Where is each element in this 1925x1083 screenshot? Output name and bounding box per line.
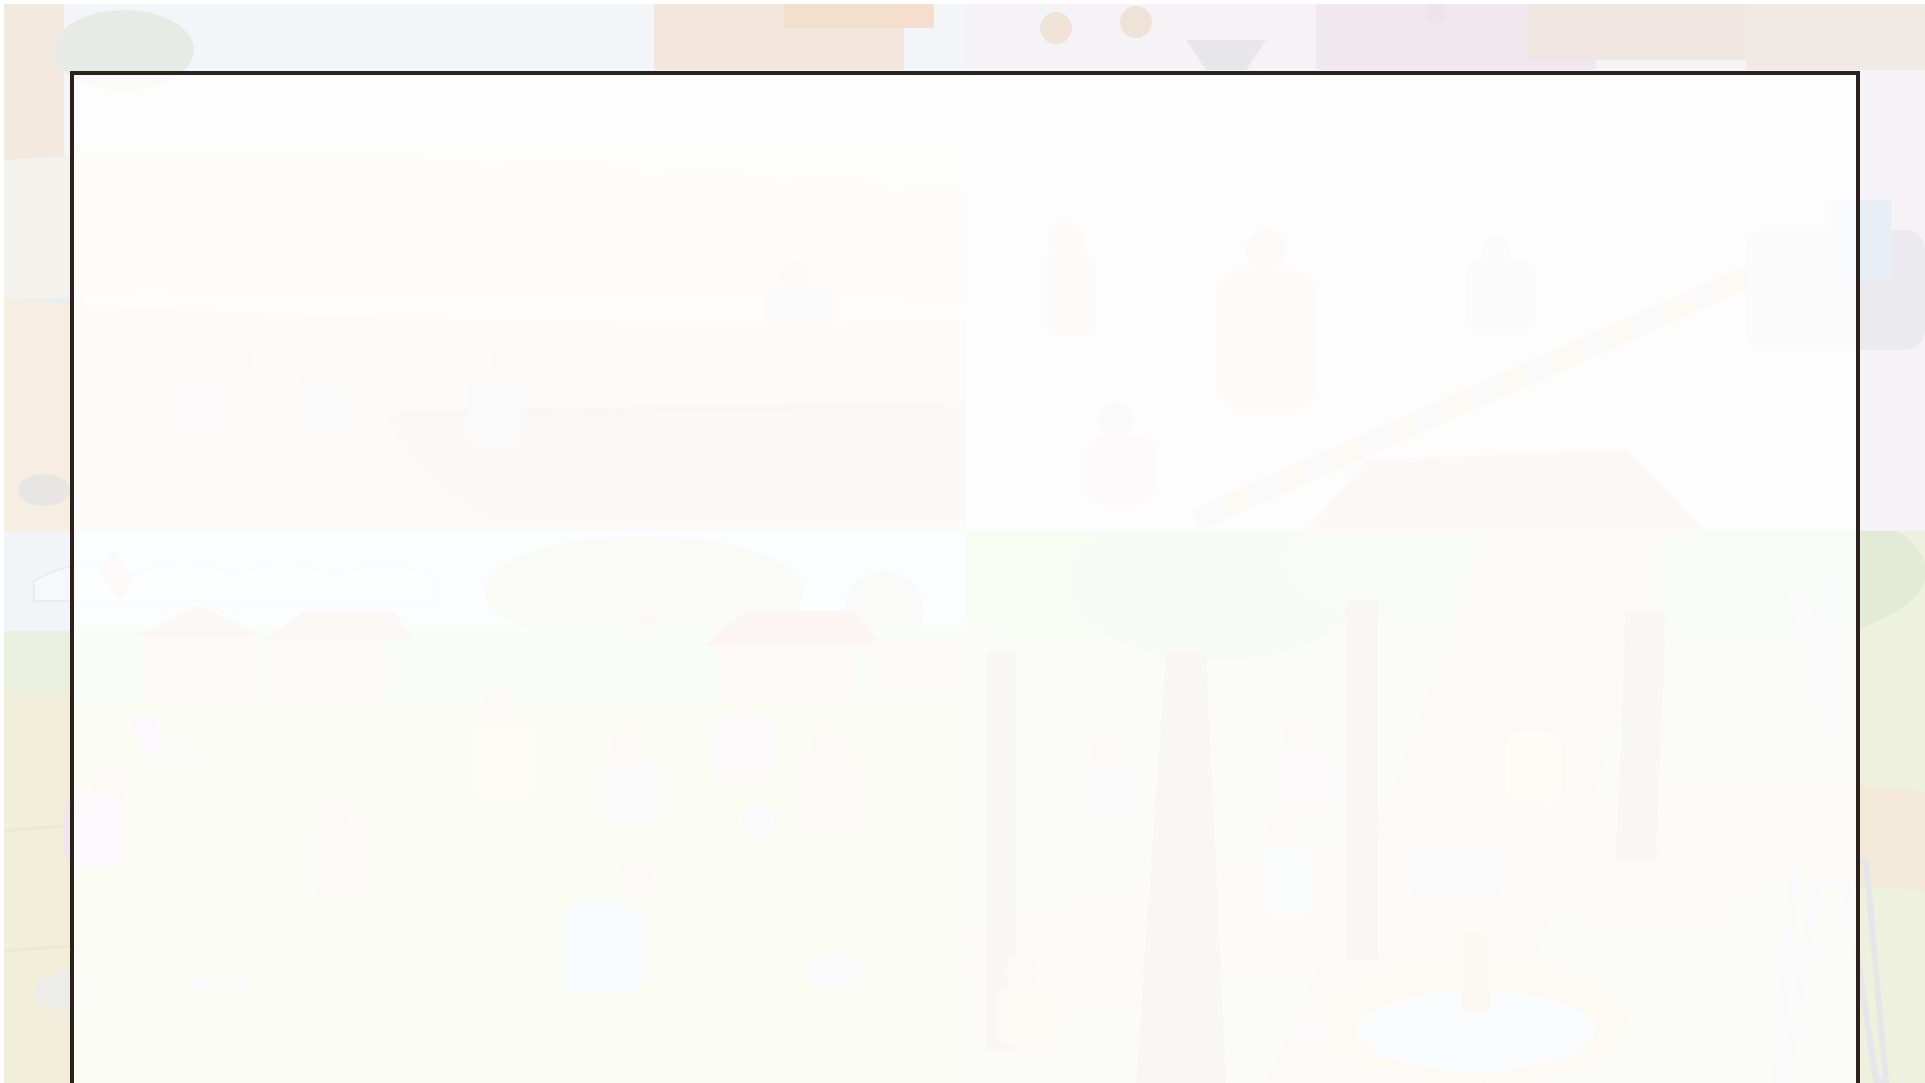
- content-panel: [70, 71, 1860, 1083]
- left-edge: [0, 0, 4, 1083]
- slide-canvas: [0, 0, 1925, 1083]
- top-edge: [0, 0, 1925, 4]
